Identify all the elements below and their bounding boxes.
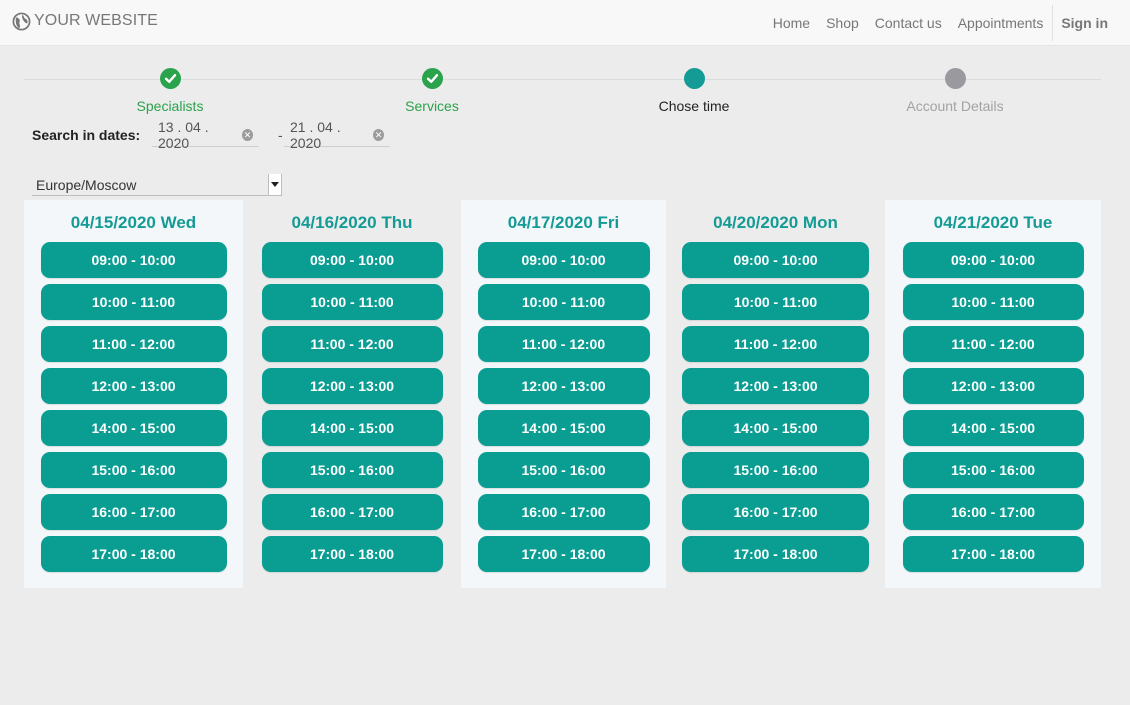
pending-step-dot-icon (944, 68, 966, 89)
day-title: 04/17/2020 Fri (507, 213, 620, 232)
timezone-select[interactable]: Europe/Moscow (32, 174, 282, 196)
clear-icon[interactable]: ✕ (373, 128, 384, 141)
nav-appointments[interactable]: Appointments (950, 15, 1052, 31)
nav-home[interactable]: Home (765, 15, 818, 31)
time-slot-button[interactable]: 14:00 - 15:00 (477, 410, 650, 446)
nav-links: Home Shop Contact us Appointments Sign i… (765, 0, 1130, 46)
time-slot-button[interactable]: 16:00 - 17:00 (682, 494, 869, 530)
time-slot-button[interactable]: 09:00 - 10:00 (682, 242, 869, 278)
chevron-down-icon[interactable] (268, 174, 281, 195)
step-chose-time[interactable]: Chose time (594, 68, 794, 114)
time-slot-button[interactable]: 09:00 - 10:00 (261, 242, 443, 278)
step-label: Chose time (658, 98, 730, 114)
active-step-dot-icon (683, 68, 705, 89)
date-from-field[interactable]: 13 . 04 . 2020 ✕ (152, 119, 259, 151)
date-from-value: 13 . 04 . 2020 (158, 118, 209, 151)
time-slot-button[interactable]: 15:00 - 16:00 (682, 452, 869, 488)
day-title: 04/15/2020 Wed (70, 213, 197, 232)
time-slot-button[interactable]: 16:00 - 17:00 (902, 494, 1084, 530)
time-slot-button[interactable]: 12:00 - 13:00 (902, 368, 1084, 404)
time-slot-button[interactable]: 10:00 - 11:00 (477, 284, 650, 320)
time-slot-button[interactable]: 17:00 - 18:00 (40, 536, 227, 572)
clear-icon[interactable]: ✕ (242, 128, 253, 141)
nav-shop[interactable]: Shop (818, 15, 867, 31)
timezone-value: Europe/Moscow (36, 176, 137, 193)
time-slot-button[interactable]: 14:00 - 15:00 (261, 410, 443, 446)
check-icon (159, 68, 181, 89)
date-to-field[interactable]: 21 . 04 . 2020 ✕ (284, 119, 390, 151)
check-icon (421, 68, 443, 89)
day-column: 04/20/2020 Mon 09:00 - 10:00 10:00 - 11:0… (666, 200, 885, 588)
time-slot-button[interactable]: 11:00 - 12:00 (682, 326, 869, 362)
nav-contact-us[interactable]: Contact us (867, 15, 950, 31)
time-slot-button[interactable]: 17:00 - 18:00 (477, 536, 650, 572)
step-services[interactable]: Services (332, 68, 532, 114)
time-slot-button[interactable]: 12:00 - 13:00 (261, 368, 443, 404)
day-title: 04/16/2020 Thu (291, 213, 413, 232)
day-title: 04/21/2020 Tue (933, 213, 1053, 232)
time-slot-button[interactable]: 10:00 - 11:00 (261, 284, 443, 320)
time-slot-button[interactable]: 16:00 - 17:00 (40, 494, 227, 530)
brand-logo[interactable]: YOUR WEBSITE (12, 10, 158, 32)
time-slot-button[interactable]: 09:00 - 10:00 (40, 242, 227, 278)
date-separator: - (278, 127, 283, 143)
step-label: Specialists (136, 98, 204, 114)
time-slot-button[interactable]: 17:00 - 18:00 (261, 536, 443, 572)
time-slot-button[interactable]: 17:00 - 18:00 (682, 536, 869, 572)
time-slot-button[interactable]: 11:00 - 12:00 (902, 326, 1084, 362)
time-slot-button[interactable]: 14:00 - 15:00 (40, 410, 227, 446)
sign-in-link[interactable]: Sign in (1053, 15, 1130, 31)
day-title: 04/20/2020 Mon (713, 213, 838, 232)
time-slot-button[interactable]: 11:00 - 12:00 (40, 326, 227, 362)
time-slot-button[interactable]: 15:00 - 16:00 (902, 452, 1084, 488)
time-slot-button[interactable]: 15:00 - 16:00 (261, 452, 443, 488)
time-slot-button[interactable]: 17:00 - 18:00 (902, 536, 1084, 572)
search-dates-label: Search in dates: (32, 127, 141, 143)
time-slot-button[interactable]: 14:00 - 15:00 (682, 410, 869, 446)
brand-text: YOUR WEBSITE (34, 12, 158, 29)
time-slot-button[interactable]: 15:00 - 16:00 (40, 452, 227, 488)
time-slot-button[interactable]: 16:00 - 17:00 (261, 494, 443, 530)
time-slot-button[interactable]: 10:00 - 11:00 (40, 284, 227, 320)
step-label: Services (405, 98, 459, 114)
time-slot-button[interactable]: 16:00 - 17:00 (477, 494, 650, 530)
time-slot-button[interactable]: 11:00 - 12:00 (477, 326, 650, 362)
time-slot-button[interactable]: 09:00 - 10:00 (902, 242, 1084, 278)
time-slot-button[interactable]: 14:00 - 15:00 (902, 410, 1084, 446)
time-slot-button[interactable]: 12:00 - 13:00 (682, 368, 869, 404)
step-account-details[interactable]: Account Details (855, 68, 1055, 114)
time-slot-button[interactable]: 10:00 - 11:00 (682, 284, 869, 320)
navbar: YOUR WEBSITE Home Shop Contact us Appoin… (0, 0, 1130, 46)
time-slot-button[interactable]: 11:00 - 12:00 (261, 326, 443, 362)
step-label: Account Details (906, 98, 1004, 114)
day-column: 04/16/2020 Thu 09:00 - 10:00 10:00 - 11:0… (243, 200, 461, 588)
time-slot-button[interactable]: 09:00 - 10:00 (477, 242, 650, 278)
day-column: 04/21/2020 Tue 09:00 - 10:00 10:00 - 11:0… (885, 200, 1101, 588)
time-slot-button[interactable]: 10:00 - 11:00 (902, 284, 1084, 320)
day-column: 04/17/2020 Fri 09:00 - 10:00 10:00 - 11:0… (461, 200, 666, 588)
globe-icon (12, 12, 31, 30)
time-slot-button[interactable]: 12:00 - 13:00 (477, 368, 650, 404)
date-to-value: 21 . 04 . 2020 (290, 118, 341, 151)
time-slot-button[interactable]: 12:00 - 13:00 (40, 368, 227, 404)
step-specialists[interactable]: Specialists (70, 68, 270, 114)
time-slot-button[interactable]: 15:00 - 16:00 (477, 452, 650, 488)
schedule-grid: 04/15/2020 Wed 09:00 - 10:00 10:00 - 11:0… (24, 200, 1101, 588)
day-column: 04/15/2020 Wed 09:00 - 10:00 10:00 - 11:0… (24, 200, 243, 588)
